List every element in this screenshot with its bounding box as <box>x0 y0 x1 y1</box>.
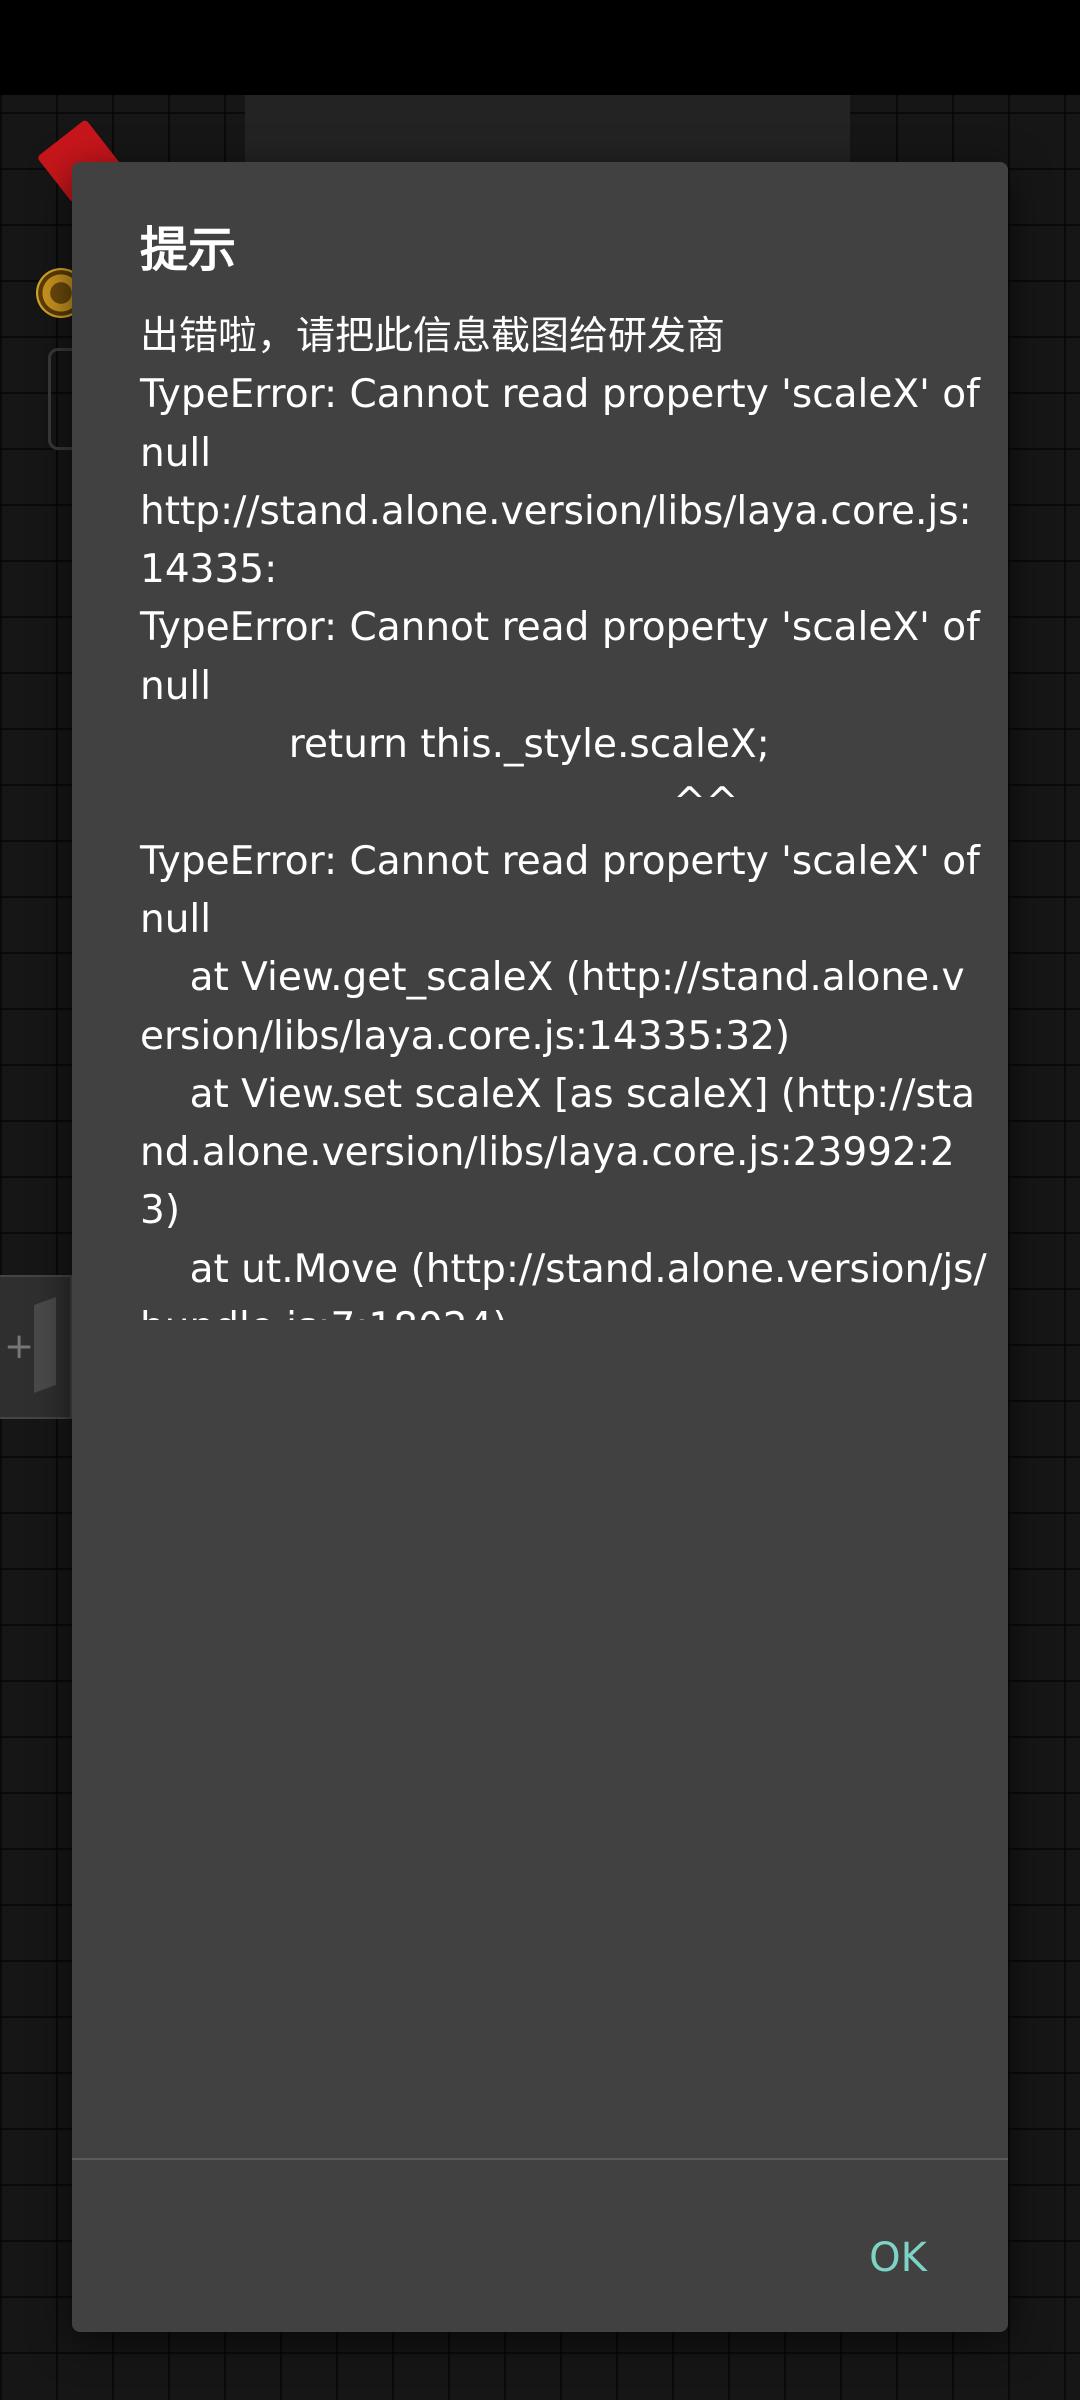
dialog-divider <box>72 2158 1008 2160</box>
status-bar <box>0 0 1080 95</box>
dialog-message-scroll-area[interactable]: 出错啦，请把此信息截图给研发商 TypeError: Cannot read p… <box>72 308 1008 1320</box>
plus-icon: + <box>4 1326 35 1367</box>
hud-top-panel <box>245 95 850 165</box>
ok-button[interactable]: OK <box>828 2218 968 2298</box>
error-dialog: 提示 出错啦，请把此信息截图给研发商 TypeError: Cannot rea… <box>72 162 1008 2332</box>
dialog-title: 提示 <box>140 222 237 278</box>
error-message: 出错啦，请把此信息截图给研发商 TypeError: Cannot read p… <box>140 314 987 1320</box>
side-button: + <box>0 1275 72 1419</box>
blade-icon <box>34 1296 56 1394</box>
